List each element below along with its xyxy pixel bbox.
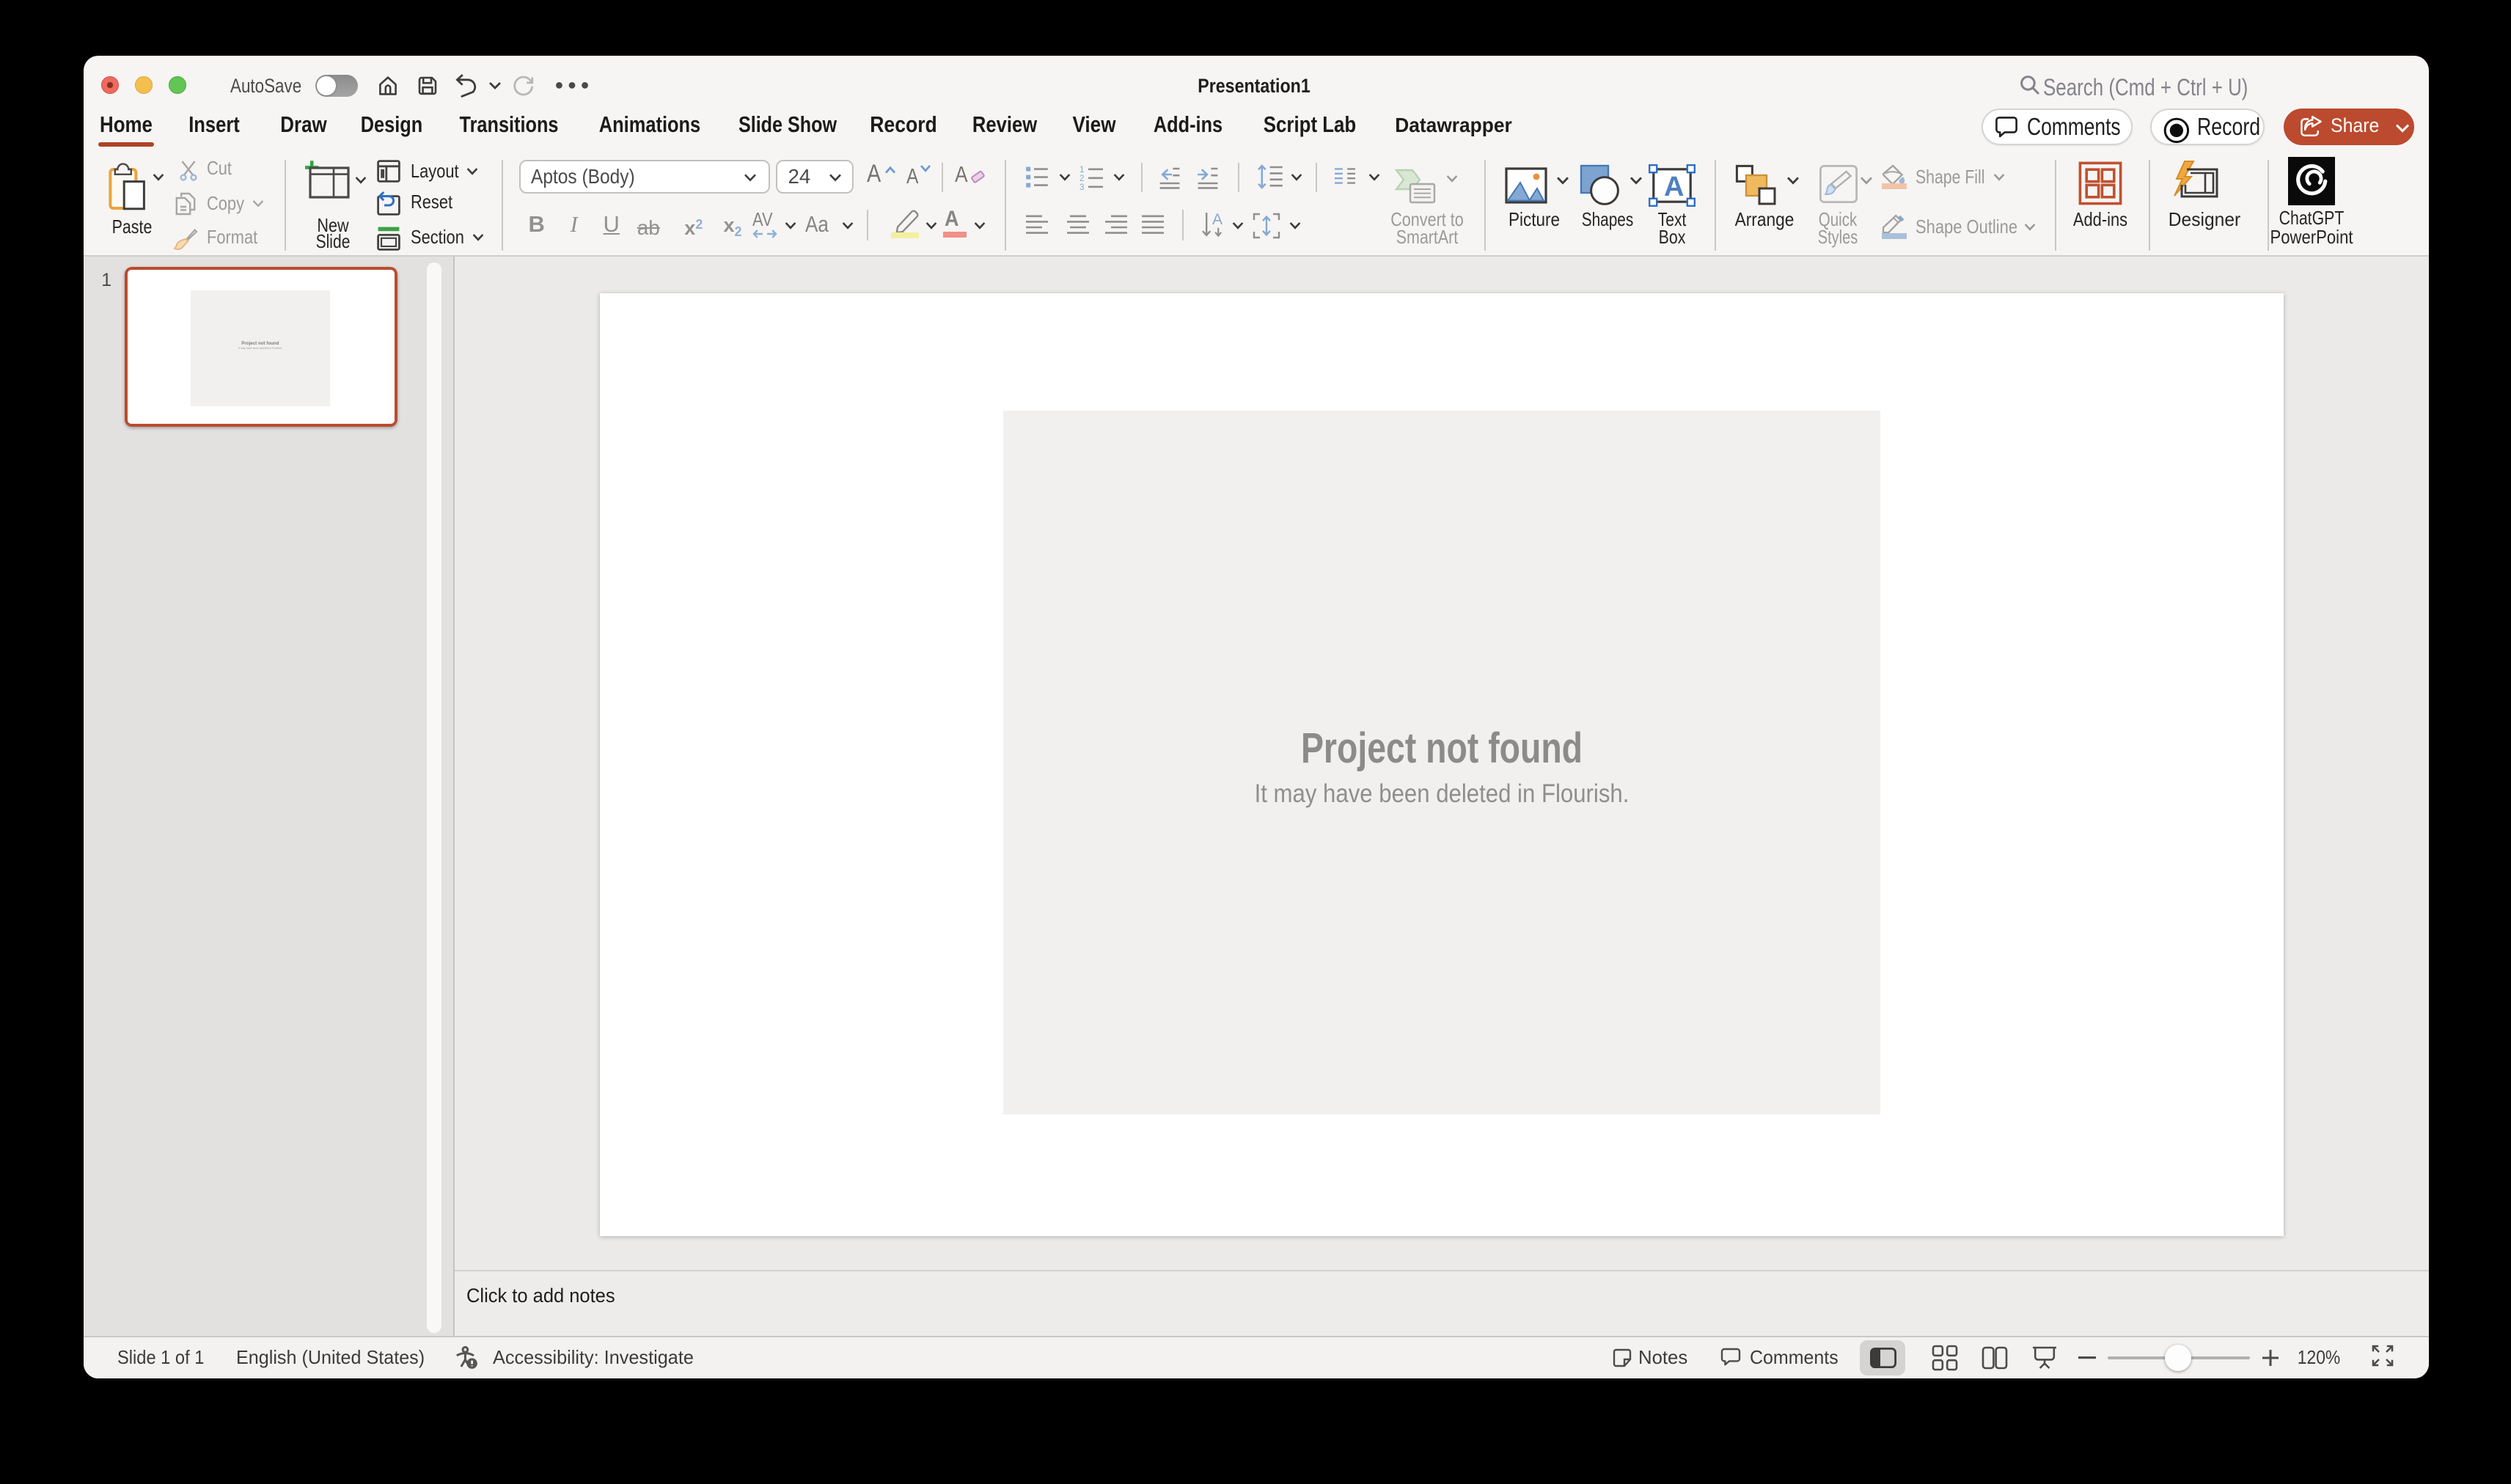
svg-text:A: A <box>1212 211 1222 228</box>
svg-text:A: A <box>1664 171 1684 202</box>
svg-text:3: 3 <box>1079 182 1084 191</box>
